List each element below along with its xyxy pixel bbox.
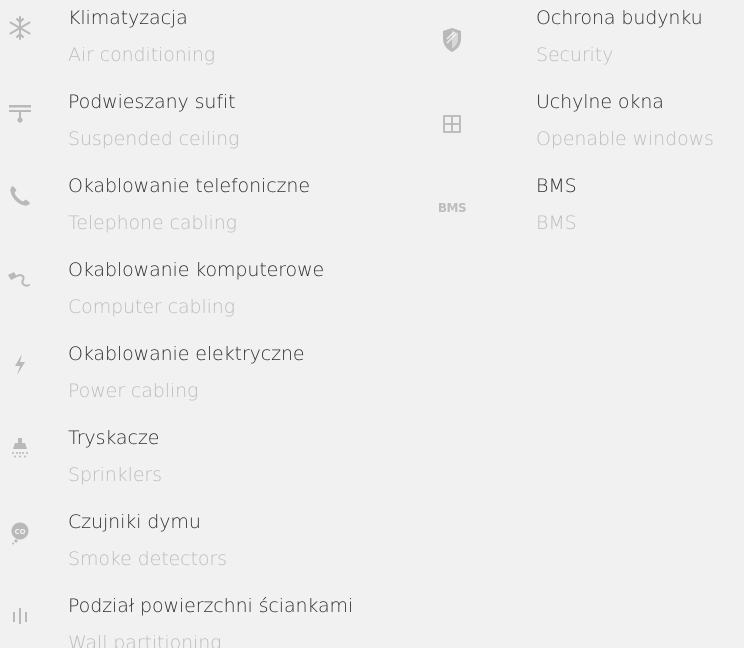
svg-text:CO: CO xyxy=(14,528,25,536)
feature-subtitle: Security xyxy=(536,44,614,66)
lightning-icon xyxy=(0,344,40,384)
feature-title: BMS xyxy=(536,175,577,197)
network-cable-icon xyxy=(0,260,40,300)
window-icon xyxy=(432,104,472,144)
feature-title: Podwieszany sufit xyxy=(68,91,236,113)
bms-icon-label: BMS xyxy=(437,201,467,215)
feature-subtitle: BMS xyxy=(536,212,577,234)
feature-subtitle: Openable windows xyxy=(536,128,714,150)
feature-subtitle: Wall partitioning xyxy=(68,632,222,648)
feature-title: Klimatyzacja xyxy=(68,7,188,29)
feature-title: Okablowanie telefoniczne xyxy=(68,175,310,197)
feature-title: Czujniki dymu xyxy=(68,511,201,533)
ceiling-lamp-icon xyxy=(0,92,40,132)
smoke-detector-icon: CO xyxy=(0,512,40,552)
feature-title: Tryskacze xyxy=(68,427,160,449)
feature-subtitle: Smoke detectors xyxy=(68,548,227,570)
bms-icon: BMS xyxy=(432,188,472,228)
feature-title: Okablowanie komputerowe xyxy=(68,259,325,281)
feature-subtitle: Air conditioning xyxy=(68,44,216,66)
sprinkler-icon xyxy=(0,428,40,468)
phone-icon xyxy=(0,176,40,216)
feature-subtitle: Power cabling xyxy=(68,380,199,402)
feature-subtitle: Sprinklers xyxy=(68,464,162,486)
feature-subtitle: Telephone cabling xyxy=(68,212,237,234)
feature-title: Uchylne okna xyxy=(536,91,664,113)
partition-icon xyxy=(0,596,40,636)
feature-subtitle: Computer cabling xyxy=(68,296,236,318)
shield-icon xyxy=(432,20,472,60)
feature-title: Podział powierzchni ściankami xyxy=(68,595,354,617)
snowflake-icon xyxy=(0,8,40,48)
feature-title: Ochrona budynku xyxy=(536,7,703,29)
feature-subtitle: Suspended ceiling xyxy=(68,128,240,150)
feature-title: Okablowanie elektryczne xyxy=(68,343,305,365)
